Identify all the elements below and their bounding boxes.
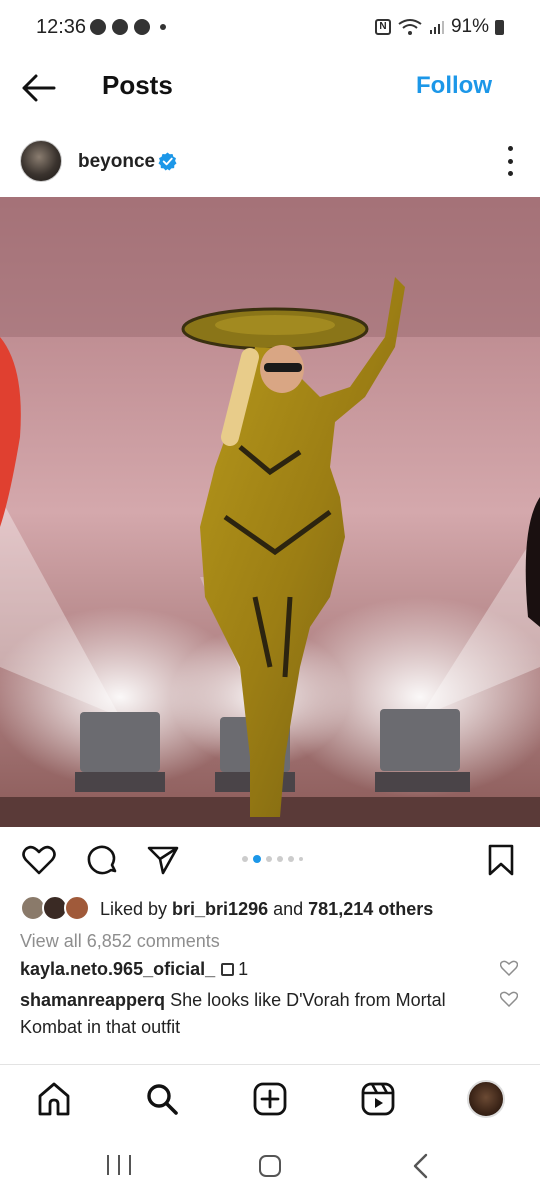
search-icon[interactable] — [144, 1081, 180, 1117]
comment-item: kayla.neto.965_oficial_ 1 — [20, 956, 490, 983]
header: Posts Follow — [0, 58, 540, 118]
save-bookmark-icon[interactable] — [484, 843, 518, 877]
system-back-icon[interactable] — [410, 1153, 432, 1179]
new-post-icon[interactable] — [252, 1081, 288, 1117]
bottom-nav — [0, 1075, 540, 1125]
liker-username[interactable]: bri_bri1296 — [172, 899, 268, 919]
likes-prefix: Liked by — [100, 898, 173, 919]
reply-icon — [221, 962, 235, 976]
signal-icon — [429, 21, 444, 34]
post-photo[interactable] — [0, 197, 540, 827]
recent-apps-icon[interactable] — [107, 1155, 131, 1175]
liker-avatars — [20, 895, 92, 923]
notification-icons — [90, 19, 166, 35]
share-icon[interactable] — [146, 843, 180, 877]
more-notifications-icon — [160, 24, 166, 30]
post-actions — [0, 840, 540, 880]
system-navigation-bar — [0, 1140, 540, 1200]
battery-icon — [495, 19, 504, 35]
back-arrow-icon[interactable] — [18, 70, 58, 106]
likes-count[interactable]: 781,214 others — [308, 899, 433, 919]
comment-like-icon[interactable] — [500, 960, 518, 976]
reels-icon[interactable] — [360, 1081, 396, 1117]
likes-summary[interactable]: Liked by bri_bri1296 and 781,214 others — [20, 894, 433, 924]
author-avatar[interactable] — [20, 140, 62, 182]
more-options-icon[interactable] — [504, 146, 516, 176]
post-author-row: beyonce — [0, 136, 540, 186]
liker-avatar — [64, 895, 90, 921]
wifi-icon — [398, 19, 422, 35]
status-right: N 91% — [374, 16, 504, 38]
likes-text: Liked by bri_bri1296 and 781,214 others — [100, 899, 433, 920]
comment-icon[interactable] — [85, 843, 119, 877]
home-button-icon[interactable] — [259, 1155, 281, 1177]
comment-item: shamanreapperq She looks like D'Vorah fr… — [20, 987, 490, 1041]
comment-username[interactable]: shamanreapperq — [20, 990, 165, 1010]
comment-username[interactable]: kayla.neto.965_oficial_ — [20, 959, 215, 979]
author-username[interactable]: beyonce — [78, 151, 155, 173]
battery-percent: 91% — [450, 16, 489, 37]
status-time: 12:36 — [36, 16, 87, 38]
likes-middle: and — [268, 898, 309, 919]
stage-performer-image — [0, 197, 540, 827]
nfc-icon: N — [374, 19, 391, 35]
follow-button[interactable]: Follow — [416, 72, 492, 100]
view-all-comments-link[interactable]: View all 6,852 comments — [20, 931, 220, 952]
verified-badge-icon — [158, 152, 177, 171]
like-heart-icon[interactable] — [22, 843, 56, 877]
discord-icon — [112, 19, 128, 35]
status-bar: 12:36 N 91% — [0, 0, 540, 54]
messenger-icon — [90, 19, 106, 35]
divider — [0, 1064, 540, 1065]
page-title: Posts — [102, 70, 173, 100]
home-icon[interactable] — [36, 1081, 72, 1117]
chrome-icon — [134, 19, 150, 35]
profile-avatar[interactable] — [467, 1080, 505, 1118]
comment-reply-count: 1 — [238, 959, 249, 979]
comment-like-icon[interactable] — [500, 991, 518, 1007]
carousel-indicator — [242, 855, 303, 863]
